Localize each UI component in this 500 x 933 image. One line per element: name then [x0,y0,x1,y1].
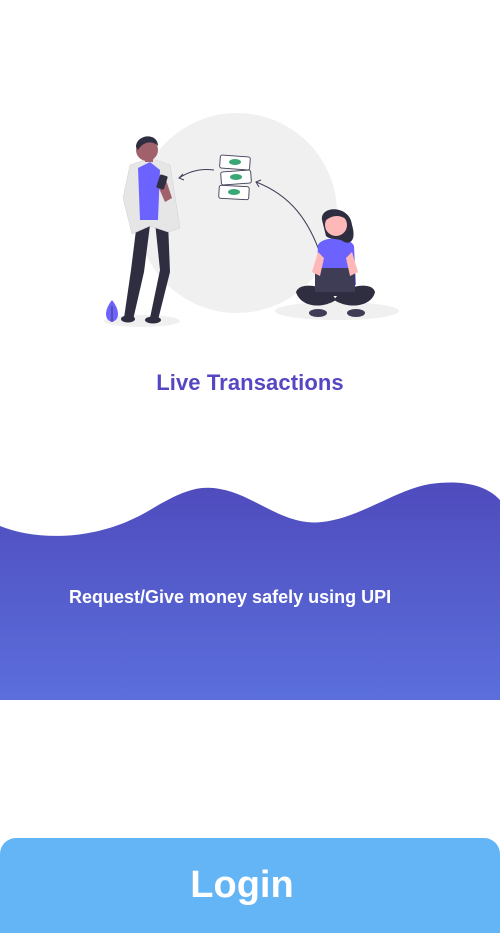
onboarding-screen: Live Transactions Request/Give money saf… [0,0,500,933]
plant-icon [106,300,118,322]
wave-banner [0,482,500,700]
onboarding-subtitle: Request/Give money safely using UPI [69,587,392,607]
money-transfer-illustration [104,113,399,327]
login-button[interactable]: Login [0,838,500,933]
onboarding-title: Live Transactions [156,370,344,395]
money-bills [218,154,252,201]
